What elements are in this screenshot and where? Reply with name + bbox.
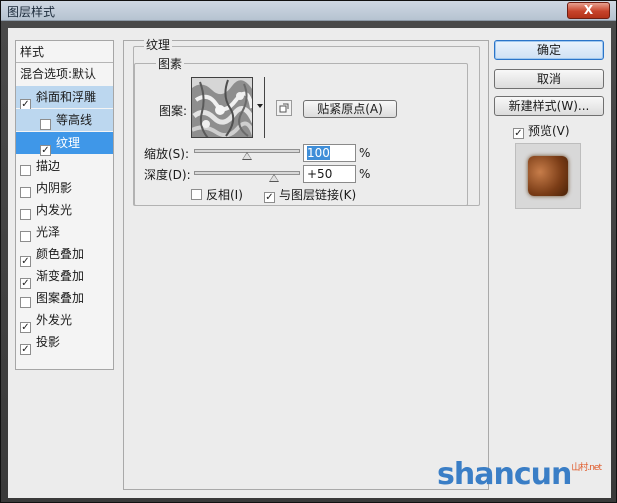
inner-glow-checkbox[interactable] xyxy=(20,209,31,220)
style-item-inner-glow[interactable]: 内发光 xyxy=(16,199,113,221)
styles-header-label: 样式 xyxy=(20,45,45,59)
link-with-layer-option[interactable]: ✓ 与图层链接(K) xyxy=(264,186,356,203)
new-preset-button[interactable] xyxy=(276,100,292,116)
style-preview xyxy=(515,143,581,209)
style-item-label: 斜面和浮雕 xyxy=(36,90,97,104)
contour-checkbox[interactable] xyxy=(40,119,51,130)
invert-checkbox[interactable] xyxy=(191,189,202,200)
style-item-label: 内发光 xyxy=(36,203,73,217)
scale-unit: % xyxy=(359,146,371,160)
satin-checkbox[interactable] xyxy=(20,231,31,242)
depth-unit: % xyxy=(359,167,371,181)
inner-shadow-checkbox[interactable] xyxy=(20,187,31,198)
style-item-inner-shadow[interactable]: 内阴影 xyxy=(16,177,113,199)
style-item-contour[interactable]: 等高线 xyxy=(16,109,113,131)
pattern-label: 图案: xyxy=(159,104,188,118)
dialog-body: 样式 混合选项:默认 ✓ 斜面和浮雕 等高线 ✓ 纹理 描边 内阴影 内发光 光… xyxy=(8,28,611,498)
preview-checkbox[interactable]: ✓ xyxy=(513,128,524,139)
texture-group-title: 纹理 xyxy=(144,36,173,53)
link-with-layer-label: 与图层链接(K) xyxy=(279,188,357,202)
depth-slider-track[interactable] xyxy=(194,171,300,175)
style-item-drop-shadow[interactable]: ✓ 投影 xyxy=(16,331,113,355)
style-item-label: 等高线 xyxy=(56,113,93,127)
styles-header[interactable]: 样式 xyxy=(16,41,113,63)
chevron-down-icon xyxy=(257,104,263,108)
depth-label: 深度(D): xyxy=(144,168,191,182)
elements-group xyxy=(134,63,468,206)
style-item-label: 描边 xyxy=(36,159,61,173)
ok-button[interactable]: 确定 xyxy=(494,40,604,60)
style-item-label: 渐变叠加 xyxy=(36,269,85,283)
style-item-label: 混合选项:默认 xyxy=(20,67,97,81)
new-style-button[interactable]: 新建样式(W)... xyxy=(494,96,604,116)
pattern-dropdown-arrow[interactable] xyxy=(255,77,265,138)
style-item-label: 内阴影 xyxy=(36,181,73,195)
style-item-color-overlay[interactable]: ✓ 颜色叠加 xyxy=(16,243,113,267)
styles-list: 样式 混合选项:默认 ✓ 斜面和浮雕 等高线 ✓ 纹理 描边 内阴影 内发光 光… xyxy=(15,40,114,370)
pattern-overlay-checkbox[interactable] xyxy=(20,297,31,308)
style-item-gradient-overlay[interactable]: ✓ 渐变叠加 xyxy=(16,265,113,289)
close-button[interactable]: X xyxy=(567,2,610,19)
elements-group-title: 图素 xyxy=(156,55,185,72)
style-item-blending-options[interactable]: 混合选项:默认 xyxy=(16,63,113,85)
title-bar[interactable]: 图层样式 X xyxy=(1,1,616,21)
watermark-suffix: 山村.net xyxy=(571,463,602,473)
window-title: 图层样式 xyxy=(7,5,56,19)
cancel-button[interactable]: 取消 xyxy=(494,69,604,89)
style-item-label: 图案叠加 xyxy=(36,291,85,305)
snap-to-origin-button[interactable]: 贴紧原点(A) xyxy=(303,100,397,118)
invert-label: 反相(I) xyxy=(206,188,243,202)
preview-swatch xyxy=(528,156,568,196)
style-item-label: 光泽 xyxy=(36,225,61,239)
style-item-texture[interactable]: ✓ 纹理 xyxy=(16,132,113,156)
scale-slider-thumb[interactable] xyxy=(242,152,252,160)
scale-label: 缩放(S): xyxy=(144,147,190,161)
preview-label: 预览(V) xyxy=(528,124,570,138)
style-item-label: 纹理 xyxy=(56,136,81,150)
layer-style-dialog: 图层样式 X 样式 混合选项:默认 ✓ 斜面和浮雕 等高线 ✓ 纹理 描边 内阴… xyxy=(0,0,617,503)
drop-shadow-checkbox[interactable]: ✓ xyxy=(20,344,31,355)
style-item-label: 投影 xyxy=(36,335,61,349)
invert-option[interactable]: 反相(I) xyxy=(191,186,243,203)
depth-value: +50 xyxy=(307,167,333,181)
style-item-satin[interactable]: 光泽 xyxy=(16,221,113,243)
depth-slider-thumb[interactable] xyxy=(268,174,279,182)
style-item-label: 颜色叠加 xyxy=(36,247,85,261)
pattern-picker[interactable] xyxy=(191,77,253,138)
scale-input[interactable]: 100 xyxy=(303,144,356,162)
site-watermark: shancun山村.net xyxy=(437,457,602,492)
link-with-layer-checkbox[interactable]: ✓ xyxy=(264,192,275,203)
stroke-checkbox[interactable] xyxy=(20,165,31,176)
style-item-pattern-overlay[interactable]: 图案叠加 xyxy=(16,287,113,309)
watermark-text: shancun xyxy=(437,457,572,492)
style-item-outer-glow[interactable]: ✓ 外发光 xyxy=(16,309,113,333)
depth-input[interactable]: +50 xyxy=(303,165,356,183)
scale-value: 100 xyxy=(307,146,330,160)
style-item-stroke[interactable]: 描边 xyxy=(16,155,113,177)
pattern-preview-image xyxy=(192,78,252,137)
style-item-label: 外发光 xyxy=(36,313,73,327)
new-preset-icon xyxy=(279,103,289,113)
preview-option[interactable]: ✓ 预览(V) xyxy=(513,122,570,139)
style-item-bevel-emboss[interactable]: ✓ 斜面和浮雕 xyxy=(16,86,113,110)
